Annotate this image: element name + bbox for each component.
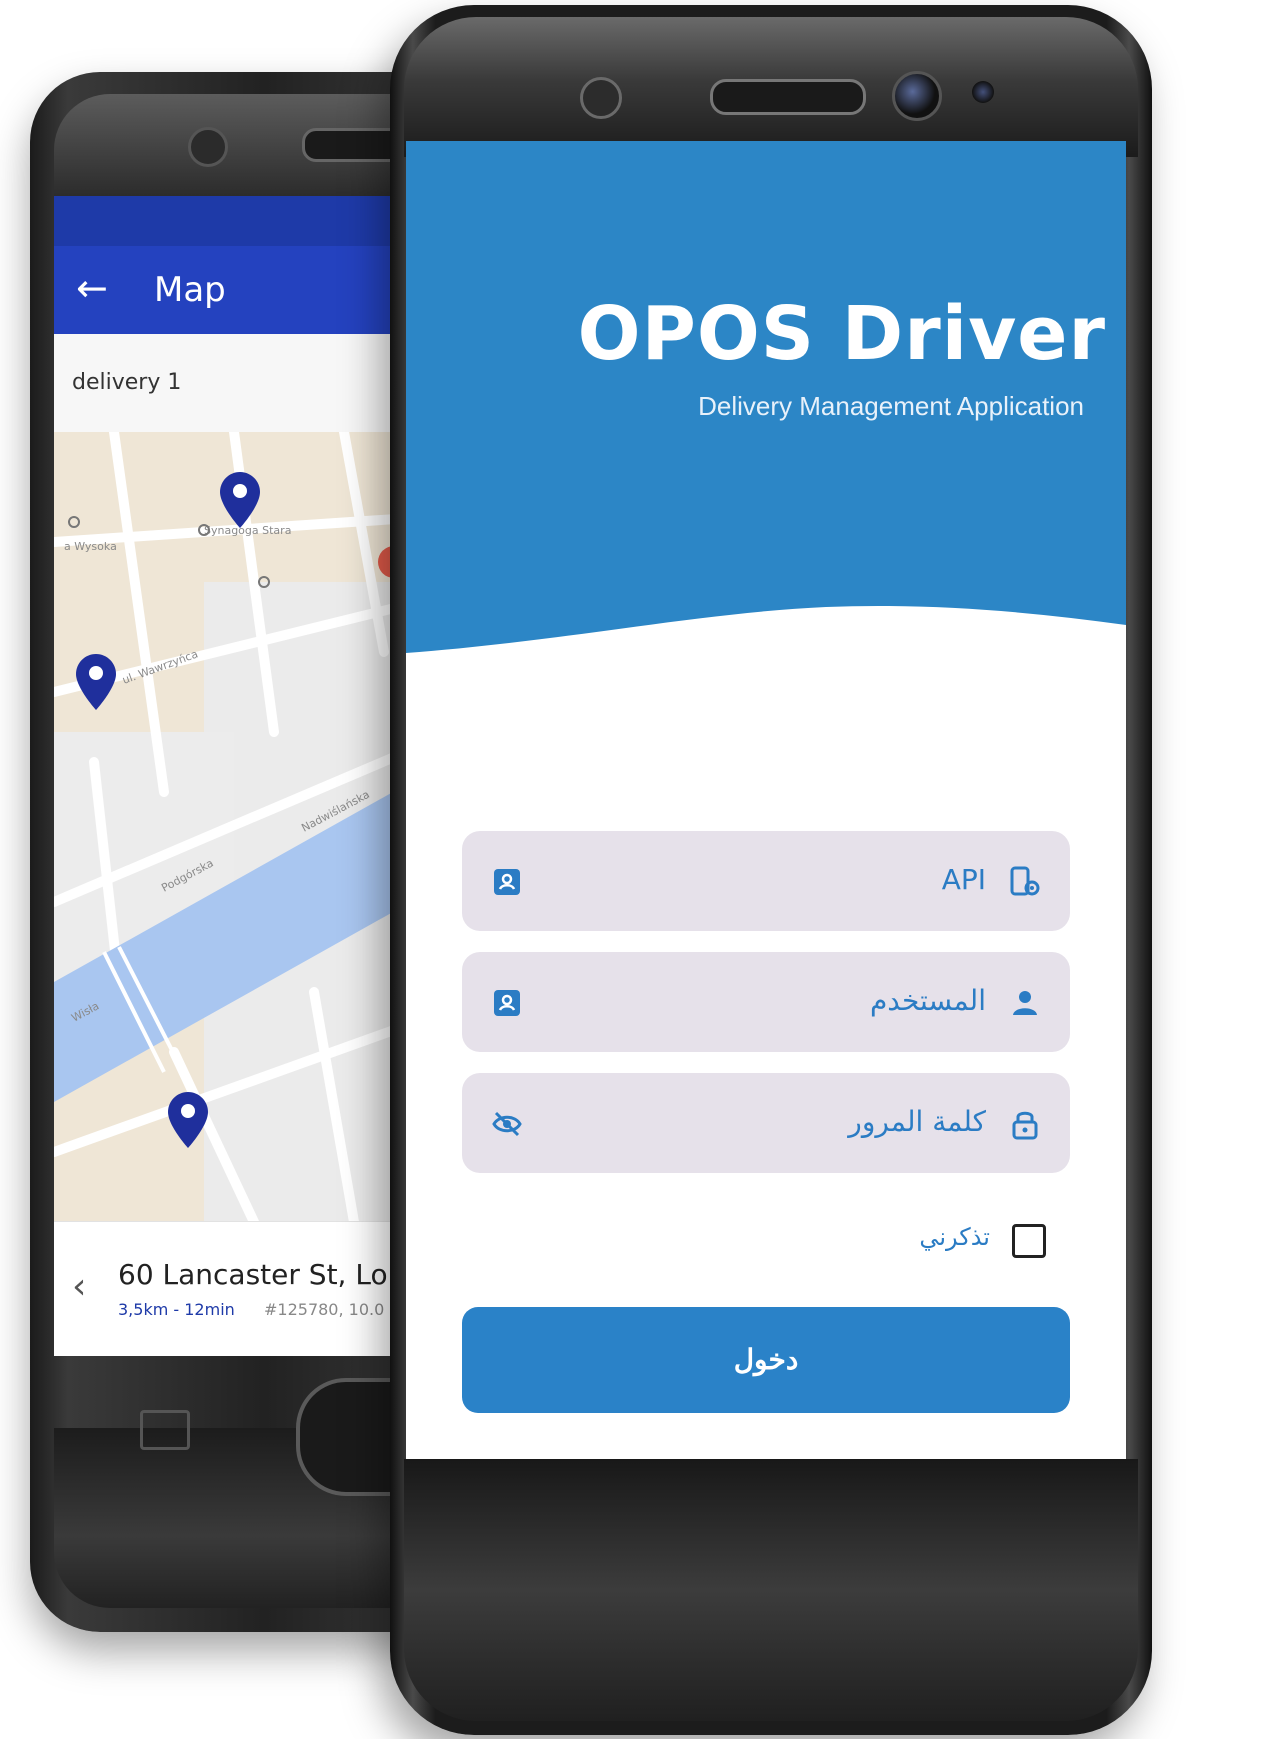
- api-field-label: API: [941, 863, 986, 896]
- password-field[interactable]: كلمة المرور: [462, 1073, 1070, 1173]
- front-speaker-icon: [710, 79, 866, 115]
- front-phone: OPOS Driver Delivery Management Applicat…: [390, 5, 1152, 1735]
- person-icon: [1013, 991, 1037, 1015]
- front-phone-bottom-bezel: [404, 1459, 1138, 1721]
- scan-icon[interactable]: [492, 988, 522, 1018]
- remember-me-label: تذكرني: [919, 1223, 990, 1251]
- eye-off-icon[interactable]: [492, 1109, 522, 1139]
- login-hero: OPOS Driver Delivery Management Applicat…: [406, 141, 1126, 681]
- front-sensor-icon: [580, 77, 622, 119]
- login-screen: OPOS Driver Delivery Management Applicat…: [406, 141, 1126, 1459]
- remember-me-checkbox[interactable]: [1012, 1224, 1046, 1258]
- username-field-label: المستخدم: [869, 984, 986, 1017]
- front-camera-icon: [892, 71, 942, 121]
- lock-icon: [1012, 1111, 1038, 1140]
- password-field-label: كلمة المرور: [848, 1105, 986, 1138]
- front-light-sensor-icon: [972, 81, 994, 103]
- recent-apps-icon[interactable]: [140, 1410, 190, 1450]
- username-field[interactable]: المستخدم: [462, 952, 1070, 1052]
- scan-icon[interactable]: [492, 867, 522, 897]
- login-button[interactable]: دخول: [462, 1307, 1070, 1413]
- app-subtitle: Delivery Management Application: [698, 391, 1084, 421]
- front-phone-top-bezel: [404, 17, 1138, 157]
- app-title: OPOS Driver: [577, 291, 1106, 377]
- login-button-label: دخول: [733, 1344, 799, 1375]
- api-field[interactable]: API: [462, 831, 1070, 931]
- api-settings-icon: [1010, 866, 1040, 896]
